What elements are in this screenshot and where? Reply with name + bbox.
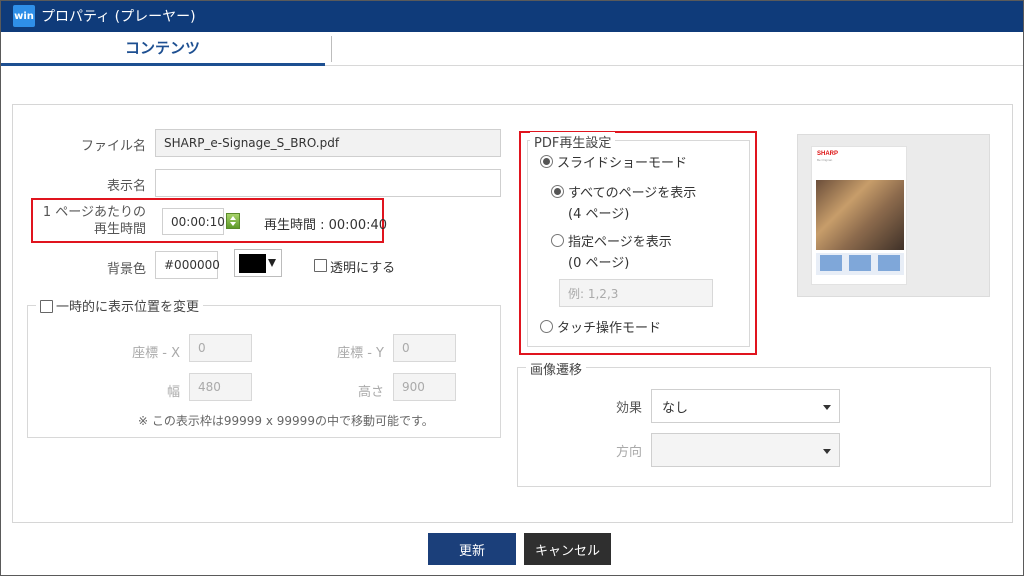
update-button[interactable]: 更新 [428,533,516,565]
pages-input[interactable]: 例: 1,2,3 [559,279,713,307]
position-note: ※ この表示枠は99999 x 99999の中で移動可能です。 [138,414,434,428]
position-legend-label: 一時的に表示位置を変更 [56,300,200,315]
tab-divider [331,36,332,62]
tab-bar: コンテンツ [0,32,1024,66]
transition-legend: 画像遷移 [526,359,587,378]
transparent-label: 透明にする [330,261,396,276]
time-spinner-icon[interactable] [226,213,240,229]
cancel-button[interactable]: キャンセル [524,533,611,565]
display-name-input[interactable] [155,169,501,197]
color-swatch [239,254,266,273]
height-input[interactable]: 900 [393,373,456,401]
bg-color-label: 背景色 [106,262,146,277]
thumbnail-box [849,255,871,271]
position-legend: 一時的に表示位置を変更 [36,296,204,315]
thumbnail-box [878,255,900,271]
width-label: 幅 [166,385,180,400]
file-name-label: ファイル名 [80,139,146,154]
coord-y-input[interactable]: 0 [393,334,456,362]
tab-content[interactable]: コンテンツ [0,32,325,66]
effect-label: 効果 [615,401,642,416]
position-checkbox[interactable] [40,300,53,313]
effect-value: なし [662,400,689,416]
title-bar: win プロパティ (プレーヤー) [0,0,1024,32]
slideshow-radio[interactable] [540,155,553,168]
app-logo-icon: win [13,5,35,27]
specified-pages-count: (0 ページ) [568,256,630,271]
window-title: プロパティ (プレーヤー) [41,9,196,25]
effect-select[interactable]: なし [651,389,840,423]
pdf-legend: PDF再生設定 [530,132,616,151]
all-pages-count: (4 ページ) [568,207,630,222]
pdf-thumbnail: SHARP Be Original. [797,134,990,297]
chevron-down-icon [823,405,831,410]
thumbnail-subtitle: Be Original. [817,158,833,162]
display-name-label: 表示名 [106,179,146,194]
page-time-input[interactable]: 00:00:10 [162,208,225,235]
transition-fieldset [517,367,991,487]
thumbnail-page: SHARP Be Original. [811,146,907,285]
total-play-time: 再生時間 : 00:00:40 [264,218,388,233]
transparent-checkbox[interactable] [314,259,327,272]
height-label: 高さ [357,385,384,400]
thumbnail-box [820,255,842,271]
page-time-label-line1: 1 ページあたりの [42,205,146,220]
direction-select[interactable] [651,433,840,467]
touch-mode-label: タッチ操作モード [557,321,662,336]
coord-x-input[interactable]: 0 [189,334,252,362]
color-picker-button[interactable] [234,249,282,277]
touch-mode-radio[interactable] [540,320,553,333]
coord-x-label: 座標 - X [132,346,180,361]
thumbnail-photo [816,180,904,250]
width-input[interactable]: 480 [189,373,252,401]
specified-pages-radio[interactable] [551,234,564,247]
specified-pages-label: 指定ページを表示 [568,235,672,250]
page-time-label-line2: 再生時間 [93,222,146,237]
slideshow-label: スライドショーモード [557,156,688,171]
dropdown-arrow-icon [268,259,276,267]
page-time-label: 1 ページあたりの 再生時間 [36,204,146,238]
all-pages-radio[interactable] [551,185,564,198]
file-name-field: SHARP_e-Signage_S_BRO.pdf [155,129,501,157]
thumbnail-logo: SHARP [817,151,839,157]
direction-label: 方向 [615,445,642,460]
coord-y-label: 座標 - Y [337,346,384,361]
bg-color-input[interactable]: #000000 [155,251,220,279]
chevron-down-icon [823,449,831,454]
all-pages-label: すべてのページを表示 [568,186,697,201]
